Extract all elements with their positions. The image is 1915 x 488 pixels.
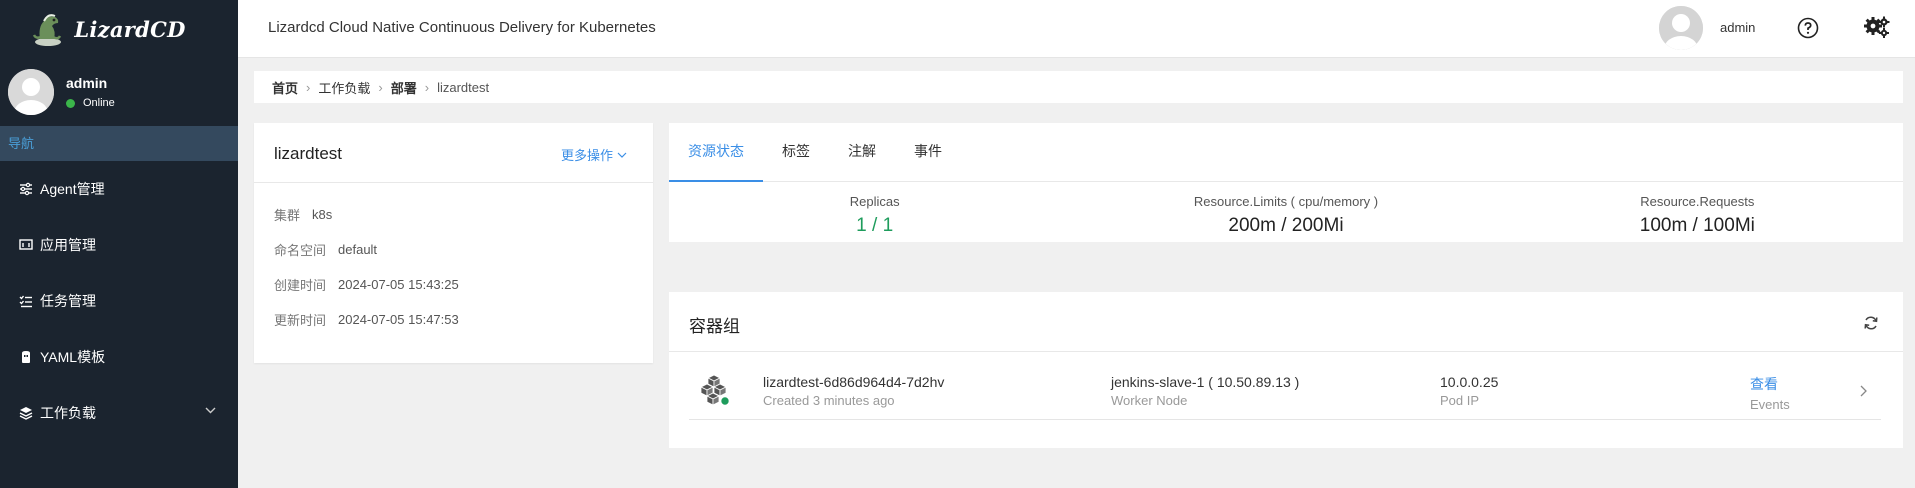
stat-value: 1 / 1 <box>856 215 894 236</box>
user-silhouette-icon <box>8 69 54 115</box>
container-group-card: 容器组 lizardtest-6d86d964d4-7d2hv Created … <box>669 292 1903 448</box>
sidebar-item-label: YAML模板 <box>40 349 106 365</box>
breadcrumb-separator-icon: › <box>306 79 311 95</box>
pod-node-col: jenkins-slave-1 ( 10.50.89.13 ) Worker N… <box>1111 374 1299 408</box>
breadcrumb-separator-icon: › <box>424 79 430 95</box>
sidebar-item-workloads[interactable]: 工作负载 <box>0 385 238 441</box>
stat-value: 100m / 100Mi <box>1639 215 1755 236</box>
breadcrumb-separator-icon: › <box>378 79 383 95</box>
sidebar-item-label: Agent管理 <box>40 181 105 197</box>
tab-labels[interactable]: 标签 <box>763 122 829 181</box>
nav-header: 导航 <box>0 126 238 161</box>
stat-label: Replicas <box>849 194 900 209</box>
sliders-icon <box>18 182 33 197</box>
breadcrumb-current: lizardtest <box>437 79 490 95</box>
pod-ip-col: 10.0.0.25 Pod IP <box>1440 374 1498 408</box>
pod-ip-label: Pod IP <box>1440 393 1480 408</box>
user-status: Online <box>66 97 115 109</box>
top-header: Lizardcd Cloud Native Continuous Deliver… <box>238 0 1915 58</box>
refresh-icon[interactable] <box>1863 315 1879 331</box>
avatar[interactable] <box>8 69 54 115</box>
deployment-info-card: lizardtest 更多操作 集群 k8s 命名空间 default 创建时间… <box>254 123 653 363</box>
tab-events[interactable]: 事件 <box>895 122 961 181</box>
stat-value: 200m / 200Mi <box>1228 215 1344 236</box>
stat-requests: Resource.Requests 100m / 100Mi <box>1492 182 1903 242</box>
breadcrumb-home[interactable]: 首页 <box>272 78 298 97</box>
resource-tabs-card: 资源状态 标签 注解 事件 Replicas 1 / 1 Resource.Li… <box>669 123 1903 242</box>
user-info: admin Online <box>66 75 115 109</box>
sidebar-item-label: 任务管理 <box>40 293 96 309</box>
lizard-logo-icon <box>33 14 62 46</box>
user-status-label: Online <box>83 97 115 109</box>
sidebar-item-label: 应用管理 <box>40 237 96 253</box>
user-panel: admin Online <box>0 58 238 126</box>
info-row-created: 创建时间 2024-07-05 15:43:25 <box>254 267 653 302</box>
sidebar-item-yaml[interactable]: YAML模板 <box>0 329 238 385</box>
stat-label: Resource.Requests <box>1640 194 1755 209</box>
info-value: 2024-07-05 15:43:25 <box>338 277 459 292</box>
chevron-down-icon[interactable] <box>205 407 216 414</box>
pod-ip: 10.0.0.25 <box>1440 374 1499 390</box>
brand[interactable]: LizardCD <box>0 0 238 58</box>
info-row-updated: 更新时间 2024-07-05 15:47:53 <box>254 302 653 337</box>
gear-icon[interactable] <box>1863 15 1891 39</box>
pod-name: lizardtest-6d86d964d4-7d2hv <box>763 374 945 390</box>
user-silhouette-icon <box>1659 6 1703 50</box>
info-value: 2024-07-05 15:47:53 <box>338 312 459 327</box>
pod-node: jenkins-slave-1 ( 10.50.89.13 ) <box>1111 374 1300 390</box>
header-avatar[interactable] <box>1659 6 1703 50</box>
tab-resource-status[interactable]: 资源状态 <box>669 122 763 182</box>
app-window-icon <box>18 238 33 253</box>
info-label: 命名空间 <box>274 243 327 258</box>
pod-name-col: lizardtest-6d86d964d4-7d2hv Created 3 mi… <box>763 374 944 408</box>
tab-bar: 资源状态 标签 注解 事件 <box>669 123 1903 182</box>
breadcrumb-workloads[interactable]: 工作负载 <box>318 78 370 97</box>
online-status-dot <box>66 98 75 108</box>
info-card-body: 集群 k8s 命名空间 default 创建时间 2024-07-05 15:4… <box>254 183 653 337</box>
info-row-cluster: 集群 k8s <box>254 197 653 232</box>
info-card-header: lizardtest 更多操作 <box>254 123 653 183</box>
info-value: k8s <box>312 207 333 222</box>
events-label: Events <box>1750 397 1790 412</box>
sidebar-item-apps[interactable]: 应用管理 <box>0 217 238 273</box>
resource-stats: Replicas 1 / 1 Resource.Limits ( cpu/mem… <box>669 182 1903 242</box>
stat-label: Resource.Limits ( cpu/memory ) <box>1193 194 1379 209</box>
info-label: 更新时间 <box>274 313 327 328</box>
pod-created: Created 3 minutes ago <box>763 393 895 408</box>
sidebar-item-tasks[interactable]: 任务管理 <box>0 273 238 329</box>
app-title: Lizardcd Cloud Native Continuous Deliver… <box>268 19 656 36</box>
info-label: 集群 <box>274 208 301 223</box>
chevron-down-icon <box>617 152 627 158</box>
tab-annotations[interactable]: 注解 <box>829 122 895 181</box>
layers-icon <box>18 406 33 421</box>
info-label: 创建时间 <box>274 278 327 293</box>
pod-cubes-icon <box>700 374 730 406</box>
container-group-title: 容器组 <box>689 317 740 336</box>
user-name: admin <box>66 75 108 91</box>
deployment-title: lizardtest <box>274 144 343 163</box>
sidebar-item-label: 工作负载 <box>40 405 96 421</box>
task-list-icon <box>18 294 33 309</box>
info-value: default <box>338 242 378 257</box>
pod-node-label: Worker Node <box>1111 393 1188 408</box>
sidebar: LizardCD admin Online 导航 Agent管理 应用管理 任务… <box>0 0 238 488</box>
breadcrumb: 首页 › 工作负载 › 部署 › lizardtest <box>254 71 1903 103</box>
header-username[interactable]: admin <box>1720 20 1755 35</box>
breadcrumb-deployments[interactable]: 部署 <box>391 78 417 97</box>
help-icon[interactable] <box>1797 17 1819 39</box>
pod-row[interactable]: lizardtest-6d86d964d4-7d2hv Created 3 mi… <box>689 368 1881 420</box>
pod-events-col: 查看 Events <box>1750 374 1790 412</box>
stat-limits: Resource.Limits ( cpu/memory ) 200m / 20… <box>1080 182 1491 242</box>
view-events-link[interactable]: 查看 <box>1750 374 1790 394</box>
template-icon <box>18 350 33 365</box>
brand-name: LizardCD <box>74 16 186 42</box>
container-group-header: 容器组 <box>669 292 1903 352</box>
info-row-namespace: 命名空间 default <box>254 232 653 267</box>
stat-replicas: Replicas 1 / 1 <box>669 182 1080 242</box>
more-actions-label: 更多操作 <box>560 148 613 163</box>
sidebar-item-agent[interactable]: Agent管理 <box>0 161 238 217</box>
chevron-right-icon[interactable] <box>1860 385 1867 397</box>
more-actions-dropdown[interactable]: 更多操作 <box>561 145 627 164</box>
